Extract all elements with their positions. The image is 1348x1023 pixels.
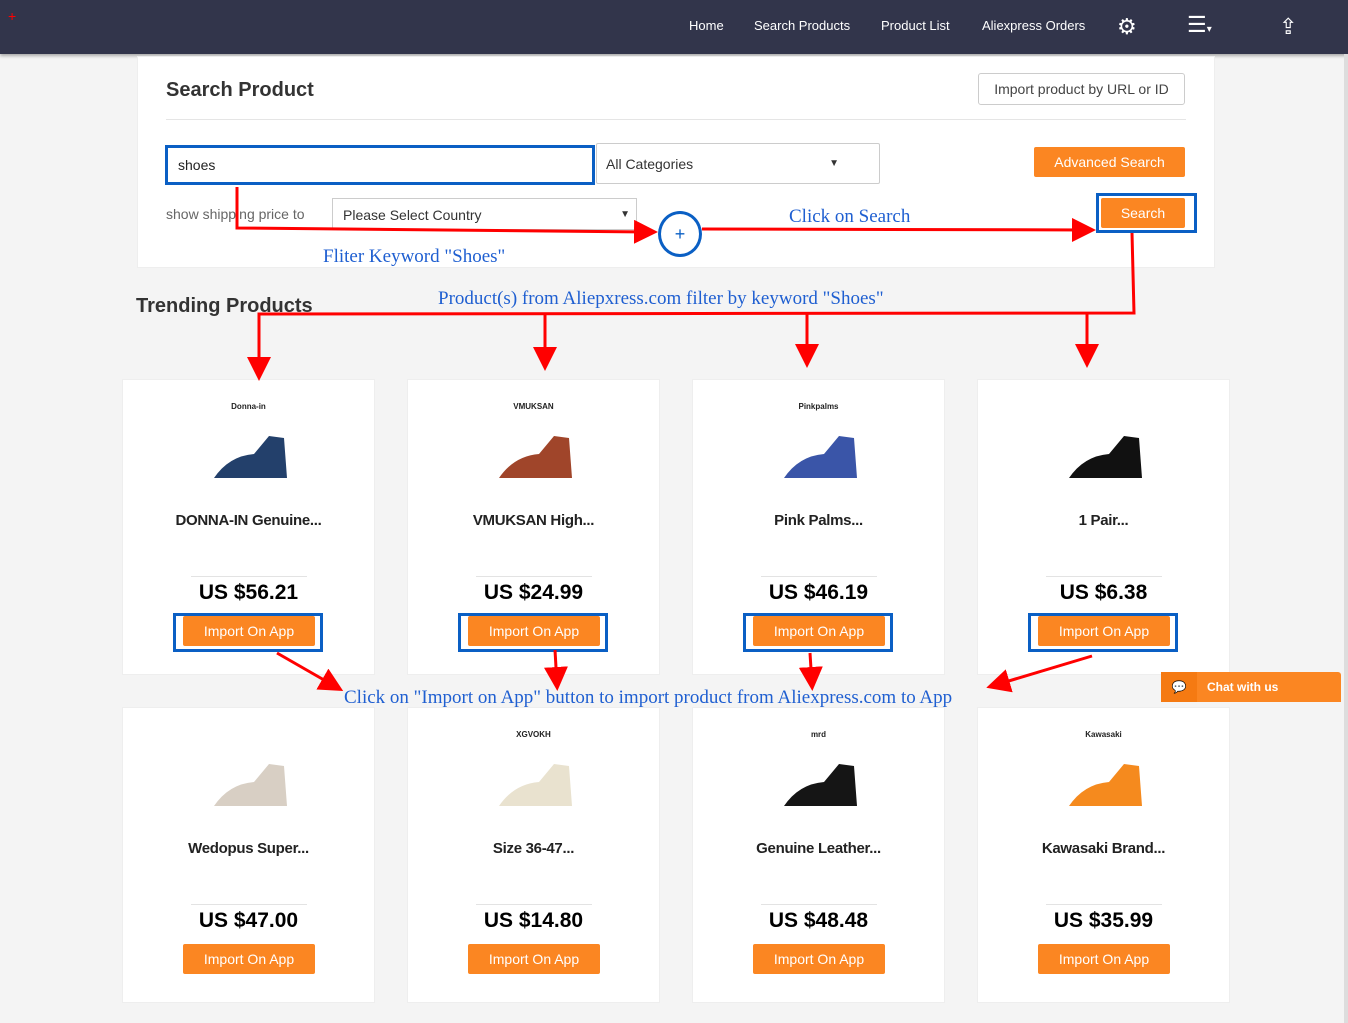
- plus-marker: +: [658, 211, 702, 257]
- chat-icon: 💬: [1161, 672, 1197, 702]
- annotation-arrows: [235, 187, 1136, 693]
- note-import: Click on "Import on App" button to impor…: [344, 687, 953, 708]
- note-products: Product(s) from Aliepxress.com filter by…: [438, 288, 884, 309]
- chat-button[interactable]: 💬 Chat with us: [1161, 672, 1341, 702]
- chat-label: Chat with us: [1207, 680, 1279, 694]
- note-click-search: Click on Search: [789, 206, 911, 227]
- note-filter-keyword: Fliter Keyword "Shoes": [323, 246, 506, 267]
